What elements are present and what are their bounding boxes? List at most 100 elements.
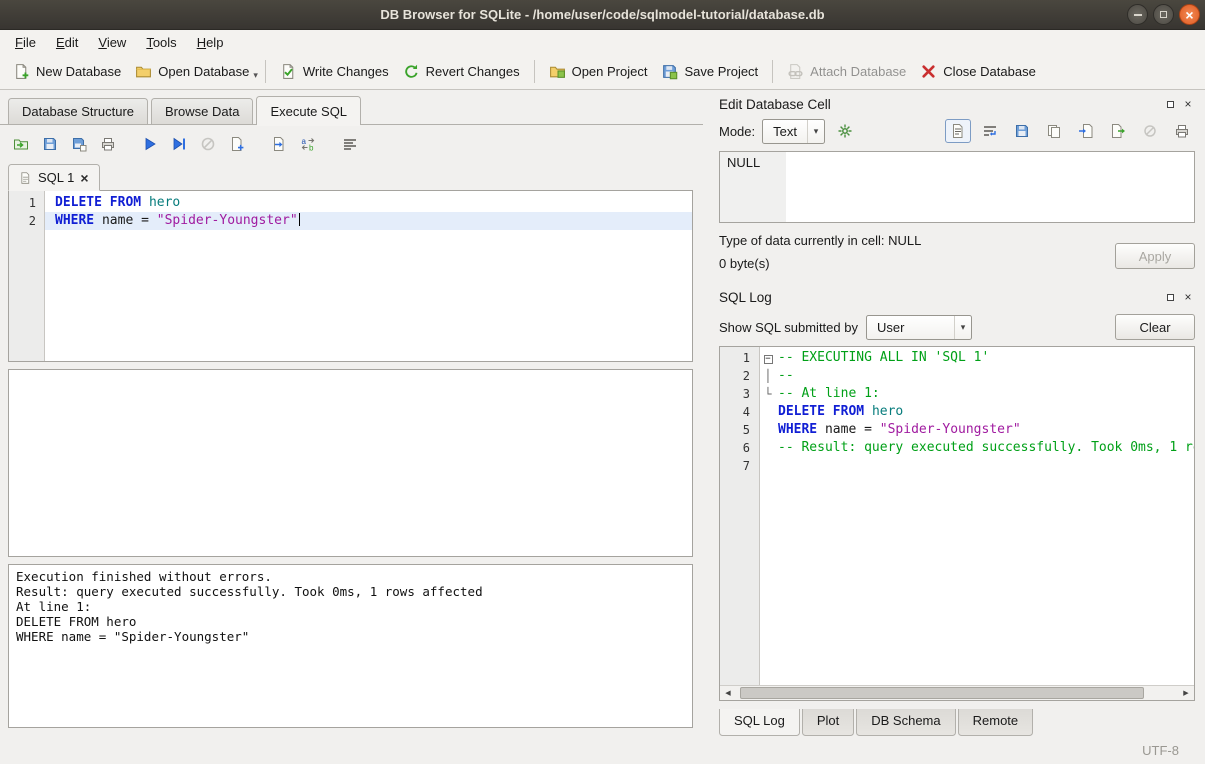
sql-log-header: SQL Log × [709,285,1197,309]
main-tab-bar: Database Structure Browse Data Execute S… [0,90,703,125]
main-content: Database Structure Browse Data Execute S… [0,90,1205,736]
code-line: DELETE FROM hero [45,194,692,212]
write-changes-button[interactable]: Write Changes [273,58,396,85]
save-project-label: Save Project [684,64,758,79]
svg-text:b: b [309,144,314,153]
close-database-button[interactable]: Close Database [913,58,1043,85]
find-replace-button[interactable]: ab [295,132,321,156]
code-row[interactable]: 2WHERE name = "Spider-Youngster" [9,212,692,230]
save-project-icon [661,63,678,80]
import-export-settings-button[interactable] [832,119,858,143]
code-row[interactable]: 4DELETE FROM hero [720,403,1194,421]
print-sql-button[interactable] [95,132,121,156]
maximize-button[interactable] [1153,4,1174,25]
results-grid[interactable] [8,369,693,557]
edit-cell-float-icon[interactable] [1163,98,1177,111]
save-sql-file-as-button[interactable] [66,132,92,156]
open-database-button[interactable]: Open Database [128,58,256,85]
word-wrap-icon [982,123,998,139]
scroll-right-icon[interactable]: ▶ [1178,686,1194,700]
open-database-dropdown[interactable]: ▾ [253,63,258,81]
execute-all-button[interactable] [137,132,163,156]
tab-sql-log[interactable]: SQL Log [719,709,800,736]
open-sql-file-button[interactable] [8,132,34,156]
code-row[interactable]: 7 [720,457,1194,475]
save-cell-button[interactable] [1009,119,1035,143]
set-null-button [1137,119,1163,143]
menu-tools[interactable]: Tools [136,32,186,53]
sql-editor[interactable]: 1DELETE FROM hero2WHERE name = "Spider-Y… [8,190,693,362]
word-wrap-button[interactable] [977,119,1003,143]
import-cell-button[interactable] [1073,119,1099,143]
format-sql-button[interactable] [337,132,363,156]
code-row[interactable]: 3└-- At line 1: [720,385,1194,403]
menu-help[interactable]: Help [187,32,234,53]
log-filter-combobox[interactable]: User ▾ [866,315,972,340]
line-number: 2 [9,212,45,230]
encoding-indicator[interactable]: UTF-8 [1142,743,1179,758]
log-filter-label: Show SQL submitted by [719,320,858,335]
code-row[interactable]: 6-- Result: query executed successfully.… [720,439,1194,457]
revert-changes-label: Revert Changes [426,64,520,79]
scrollbar-thumb[interactable] [740,687,1144,699]
new-database-icon [13,63,30,80]
open-database-icon [135,63,152,80]
tab-remote[interactable]: Remote [958,709,1034,736]
set-null-icon [1142,123,1158,139]
code-row[interactable]: 2│-- [720,367,1194,385]
open-project-button[interactable]: Open Project [542,58,655,85]
save-project-button[interactable]: Save Project [654,58,765,85]
tab-browse-data[interactable]: Browse Data [151,98,253,125]
text-document-icon [950,123,966,139]
save-sql-file-button[interactable] [37,132,63,156]
scroll-left-icon[interactable]: ◀ [720,686,736,700]
export-cell-button[interactable] [1105,119,1131,143]
menu-edit[interactable]: Edit [46,32,88,53]
tab-plot[interactable]: Plot [802,709,854,736]
menu-view[interactable]: View [88,32,136,53]
sql-tab-1[interactable]: SQL 1 × [8,164,100,191]
minimize-button[interactable] [1127,4,1148,25]
new-database-button[interactable]: New Database [6,58,128,85]
mode-combobox[interactable]: Text ▾ [762,119,825,144]
copy-cell-button[interactable] [1041,119,1067,143]
tab-db-schema[interactable]: DB Schema [856,709,955,736]
titlebar[interactable]: DB Browser for SQLite - /home/user/code/… [0,0,1205,30]
tab-database-structure[interactable]: Database Structure [8,98,148,125]
execute-current-line-button[interactable] [166,132,192,156]
sql-log-float-icon[interactable] [1163,291,1177,304]
right-panel: Edit Database Cell × Mode: Text ▾ [709,90,1205,736]
code-row[interactable]: 1DELETE FROM hero [9,194,692,212]
cell-editor[interactable]: NULL [719,151,1195,223]
stop-execution-button [195,132,221,156]
clear-log-button[interactable]: Clear [1115,314,1195,340]
log-horizontal-scrollbar[interactable]: ◀ ▶ [720,685,1194,700]
sql-log-close-icon[interactable]: × [1181,291,1195,304]
cell-size-info: 0 byte(s) [719,256,921,271]
fold-marker[interactable]: − [760,349,776,367]
code-line: -- At line 1: [776,385,1194,403]
revert-changes-button[interactable]: Revert Changes [396,58,527,85]
code-line: WHERE name = "Spider-Youngster" [45,212,692,230]
scrollbar-track[interactable] [736,686,1178,700]
print-cell-button[interactable] [1169,119,1195,143]
sql-log-view[interactable]: 1−-- EXECUTING ALL IN 'SQL 1'2│--3└-- At… [719,346,1195,701]
format-sql-icon [342,136,358,152]
tab-execute-sql[interactable]: Execute SQL [256,96,361,125]
edit-cell-toolbar [945,119,1195,143]
sql-log-lines: 1−-- EXECUTING ALL IN 'SQL 1'2│--3└-- At… [720,347,1194,685]
new-sql-tab-button[interactable] [224,132,250,156]
find-replace-icon: ab [300,136,316,152]
code-row[interactable]: 5WHERE name = "Spider-Youngster" [720,421,1194,439]
attach-database-button: Attach Database [780,58,913,85]
stop-icon [200,136,216,152]
menu-file[interactable]: File [5,32,46,53]
edit-cell-close-icon[interactable]: × [1181,98,1195,111]
sql-tab-close-icon[interactable]: × [80,171,88,185]
code-row[interactable]: 1−-- EXECUTING ALL IN 'SQL 1' [720,349,1194,367]
text-mode-button[interactable] [945,119,971,143]
mode-combobox-value: Text [763,120,807,143]
export-sql-button[interactable] [266,132,292,156]
close-button[interactable]: × [1179,4,1200,25]
new-database-label: New Database [36,64,121,79]
